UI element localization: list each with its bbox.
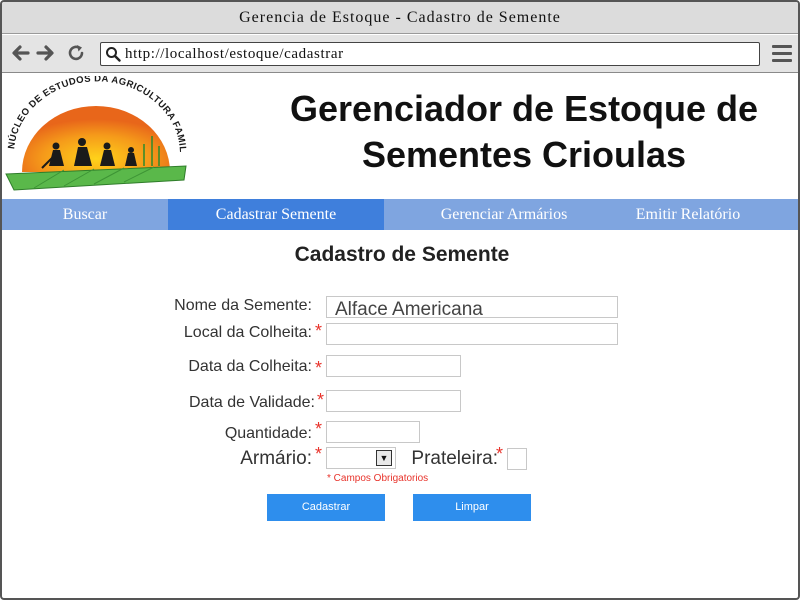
address-bar[interactable]: http://localhost/estoque/cadastrar [100, 42, 760, 66]
nav-item-emitir-relatorio[interactable]: Emitir Relatório [590, 199, 786, 230]
label-data-validade: Data de Validade: [188, 394, 315, 411]
required-mark: * [315, 419, 323, 439]
nav-item-buscar[interactable]: Buscar [2, 199, 168, 230]
local-colheita-input[interactable] [326, 323, 618, 345]
logo: NÚCLEO DE ESTUDOS DA AGRICULTURA FAMILIA… [2, 68, 188, 198]
browser-window: Gerencia de Estoque - Cadastro de Sement… [0, 0, 800, 600]
form-title: Cadastro de Semente [294, 243, 510, 266]
required-mark: * [496, 444, 504, 464]
required-mark: * [315, 444, 323, 464]
armario-select[interactable]: ▼ [326, 447, 396, 469]
nav-item-gerenciar-armarios[interactable]: Gerenciar Armários [384, 199, 624, 230]
nome-semente-input[interactable]: Alface Americana [326, 296, 618, 318]
site-title: Gerenciador de Estoque de Sementes Criou… [264, 86, 784, 178]
hamburger-menu-icon[interactable] [772, 45, 792, 63]
prateleira-input[interactable] [507, 448, 527, 470]
data-validade-input[interactable] [326, 390, 461, 412]
required-note: * Campos Obrigatorios [327, 473, 429, 484]
label-prateleira: Prateleira: [411, 448, 498, 469]
reload-icon[interactable] [66, 43, 86, 63]
arrow-right-icon[interactable] [36, 43, 56, 63]
title-bar: Gerencia de Estoque - Cadastro de Sement… [2, 2, 798, 34]
quantidade-input[interactable] [326, 421, 420, 443]
label-data-colheita: Data da Colheita: [188, 358, 312, 375]
site-title-line1: Gerenciador de Estoque de [289, 88, 759, 129]
chevron-down-icon[interactable]: ▼ [376, 450, 392, 466]
required-mark: * [315, 321, 323, 341]
browser-toolbar: http://localhost/estoque/cadastrar [2, 35, 798, 73]
url-text: http://localhost/estoque/cadastrar [125, 45, 344, 62]
main-nav: Buscar Cadastrar Semente Gerenciar Armár… [2, 199, 798, 230]
arrow-left-icon[interactable] [10, 43, 30, 63]
search-icon [106, 47, 121, 62]
limpar-button[interactable]: Limpar [413, 494, 531, 521]
required-mark: * [315, 358, 323, 378]
window-title: Gerencia de Estoque - Cadastro de Sement… [239, 8, 561, 26]
required-mark: * [317, 390, 325, 410]
label-nome-semente: Nome da Semente: [174, 297, 312, 314]
label-armario: Armário: [240, 448, 312, 469]
nav-item-cadastrar-semente[interactable]: Cadastrar Semente [168, 199, 384, 230]
label-quantidade: Quantidade: [224, 425, 312, 442]
site-title-line2: Sementes Crioulas [361, 134, 687, 175]
cadastrar-button[interactable]: Cadastrar [267, 494, 385, 521]
data-colheita-input[interactable] [326, 355, 461, 377]
label-local-colheita: Local da Colheita: [183, 324, 312, 341]
